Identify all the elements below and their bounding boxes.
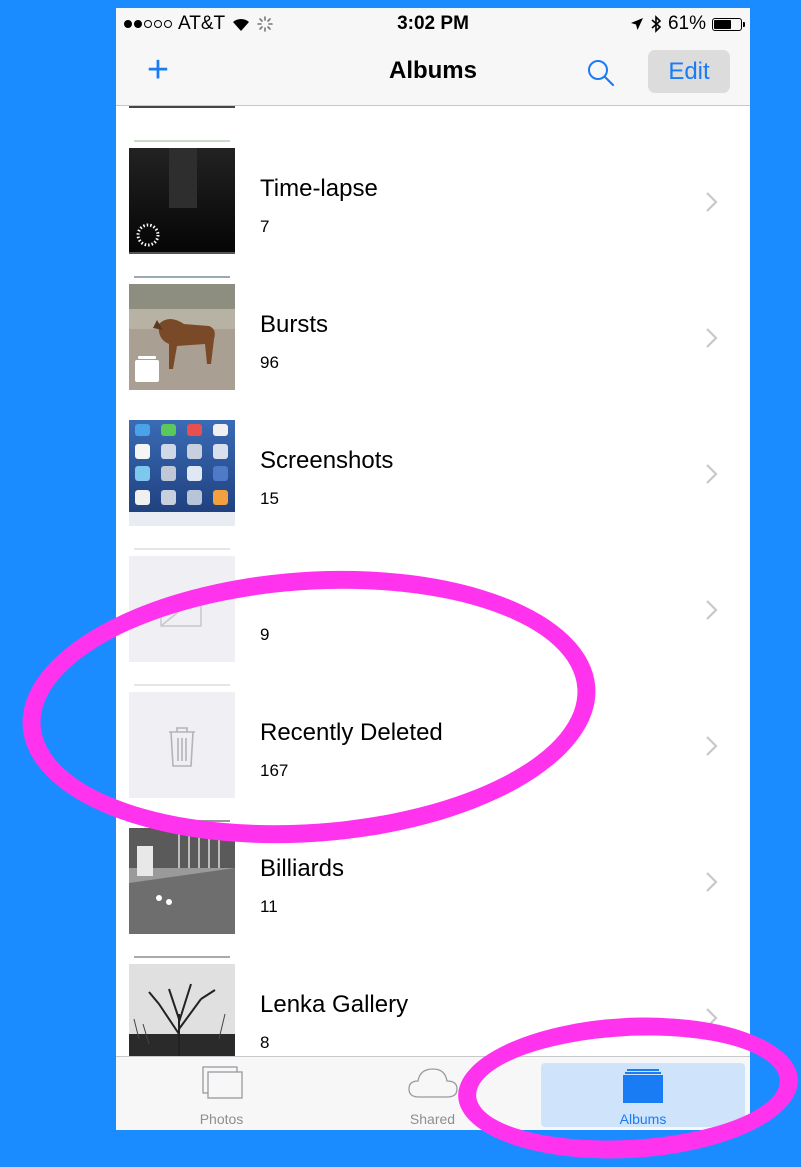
album-count: 11 (260, 897, 278, 916)
photos-icon (201, 1066, 243, 1099)
album-name: Billiards (260, 855, 345, 882)
plus-icon[interactable]: + (138, 50, 178, 90)
album-list: Time-lapse 7 Bursts 96 Screenshots 15 9 … (116, 106, 750, 1056)
chevron-right-icon (706, 192, 718, 212)
previous-album-thumbnail (129, 106, 235, 108)
album-row-bursts[interactable]: Bursts 96 (116, 272, 750, 408)
album-name: Screenshots (260, 447, 394, 474)
chevron-right-icon (706, 600, 718, 620)
battery-percent: 61% (667, 13, 706, 34)
album-count: 15 (260, 489, 279, 508)
chevron-right-icon (706, 1008, 718, 1028)
album-count: 8 (260, 1033, 270, 1052)
tab-photos[interactable]: Photos (116, 1057, 327, 1130)
album-count: 167 (260, 761, 289, 780)
album-row-recently-deleted[interactable]: Recently Deleted 167 (116, 680, 750, 816)
album-name: Bursts (260, 311, 329, 338)
tab-label: Shared (409, 1111, 456, 1127)
search-icon[interactable] (586, 58, 616, 88)
album-thumbnail-time-lapse (129, 148, 235, 254)
tab-label: Photos (199, 1111, 244, 1127)
navigation-bar: + Albums Edit (116, 38, 750, 106)
tab-albums[interactable]: Albums (541, 1063, 745, 1127)
album-row-screenshots[interactable]: Screenshots 15 (116, 408, 750, 544)
phone-screen: AT&T 3:02 PM 61% + Albums Edit Time-laps… (116, 8, 750, 1130)
battery-icon (712, 17, 745, 31)
albums-icon (623, 1069, 663, 1103)
album-name: Lenka Gallery (260, 991, 409, 1018)
tab-bar: Photos Shared Albums (116, 1056, 750, 1130)
album-thumbnail-lenka-gallery (129, 964, 235, 1056)
album-name: Time-lapse (260, 175, 378, 202)
tab-shared[interactable]: Shared (327, 1057, 538, 1130)
location-arrow-icon (630, 18, 643, 30)
album-count: 9 (260, 625, 270, 644)
album-name: Recently Deleted (260, 719, 443, 746)
bluetooth-icon (651, 15, 662, 33)
album-row-lenka-gallery[interactable]: Lenka Gallery 8 (116, 952, 750, 1056)
edit-button[interactable]: Edit (648, 50, 730, 93)
chevron-right-icon (706, 872, 718, 892)
cloud-icon (407, 1068, 458, 1098)
album-count: 7 (260, 217, 270, 236)
album-thumbnail-screenshots (129, 420, 235, 526)
status-bar: AT&T 3:02 PM 61% (116, 8, 750, 38)
album-row-time-lapse[interactable]: Time-lapse 7 (116, 136, 750, 272)
album-row-untitled[interactable]: 9 (116, 544, 750, 680)
album-thumbnail-placeholder (129, 556, 235, 662)
album-thumbnail-bursts (129, 284, 235, 390)
bursts-icon (138, 356, 156, 359)
chevron-right-icon (706, 464, 718, 484)
tab-label: Albums (619, 1111, 667, 1127)
chevron-right-icon (706, 736, 718, 756)
album-thumbnail-billiards (129, 828, 235, 934)
album-count: 96 (260, 353, 279, 372)
album-thumbnail-recently-deleted (129, 692, 235, 798)
chevron-right-icon (706, 328, 718, 348)
album-row-billiards[interactable]: Billiards 11 (116, 816, 750, 952)
